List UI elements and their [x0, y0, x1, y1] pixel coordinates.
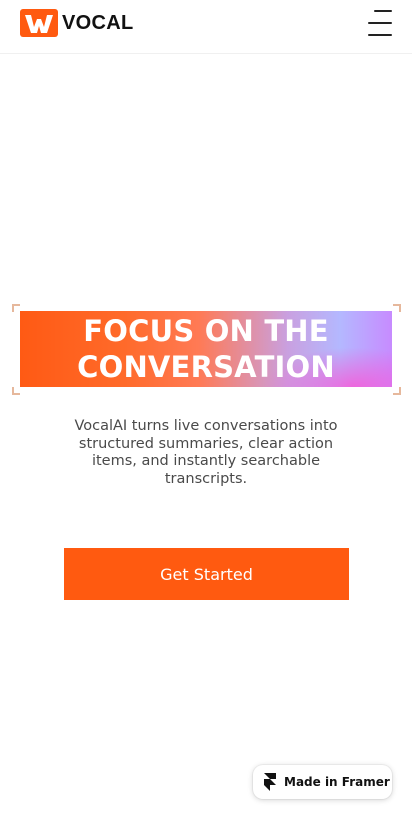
hero-gradient-banner: FOCUS ON THE CONVERSATION — [20, 311, 392, 387]
menu-button[interactable] — [366, 9, 392, 37]
frame-corner — [393, 387, 401, 395]
hero-headline-line-2: CONVERSATION — [77, 350, 335, 384]
site-header: VOCAL — [0, 0, 412, 54]
brand-logo[interactable]: VOCAL — [20, 9, 134, 37]
frame-corner — [12, 304, 20, 312]
get-started-button[interactable]: Get Started — [64, 548, 349, 600]
frame-corner — [12, 387, 20, 395]
framer-badge-label: Made in Framer — [284, 775, 390, 789]
frame-corner — [393, 304, 401, 312]
brand-name: VOCAL — [62, 11, 134, 34]
hamburger-menu-icon — [374, 10, 392, 12]
framer-logo-icon — [264, 773, 276, 791]
vocal-logo-icon — [20, 9, 58, 37]
hero-headline-frame: FOCUS ON THE CONVERSATION — [12, 304, 401, 395]
hero-description: VocalAI turns live conversations into st… — [74, 418, 338, 487]
hero-headline-line-1: FOCUS ON THE — [83, 314, 329, 348]
made-in-framer-badge[interactable]: Made in Framer — [253, 765, 392, 799]
